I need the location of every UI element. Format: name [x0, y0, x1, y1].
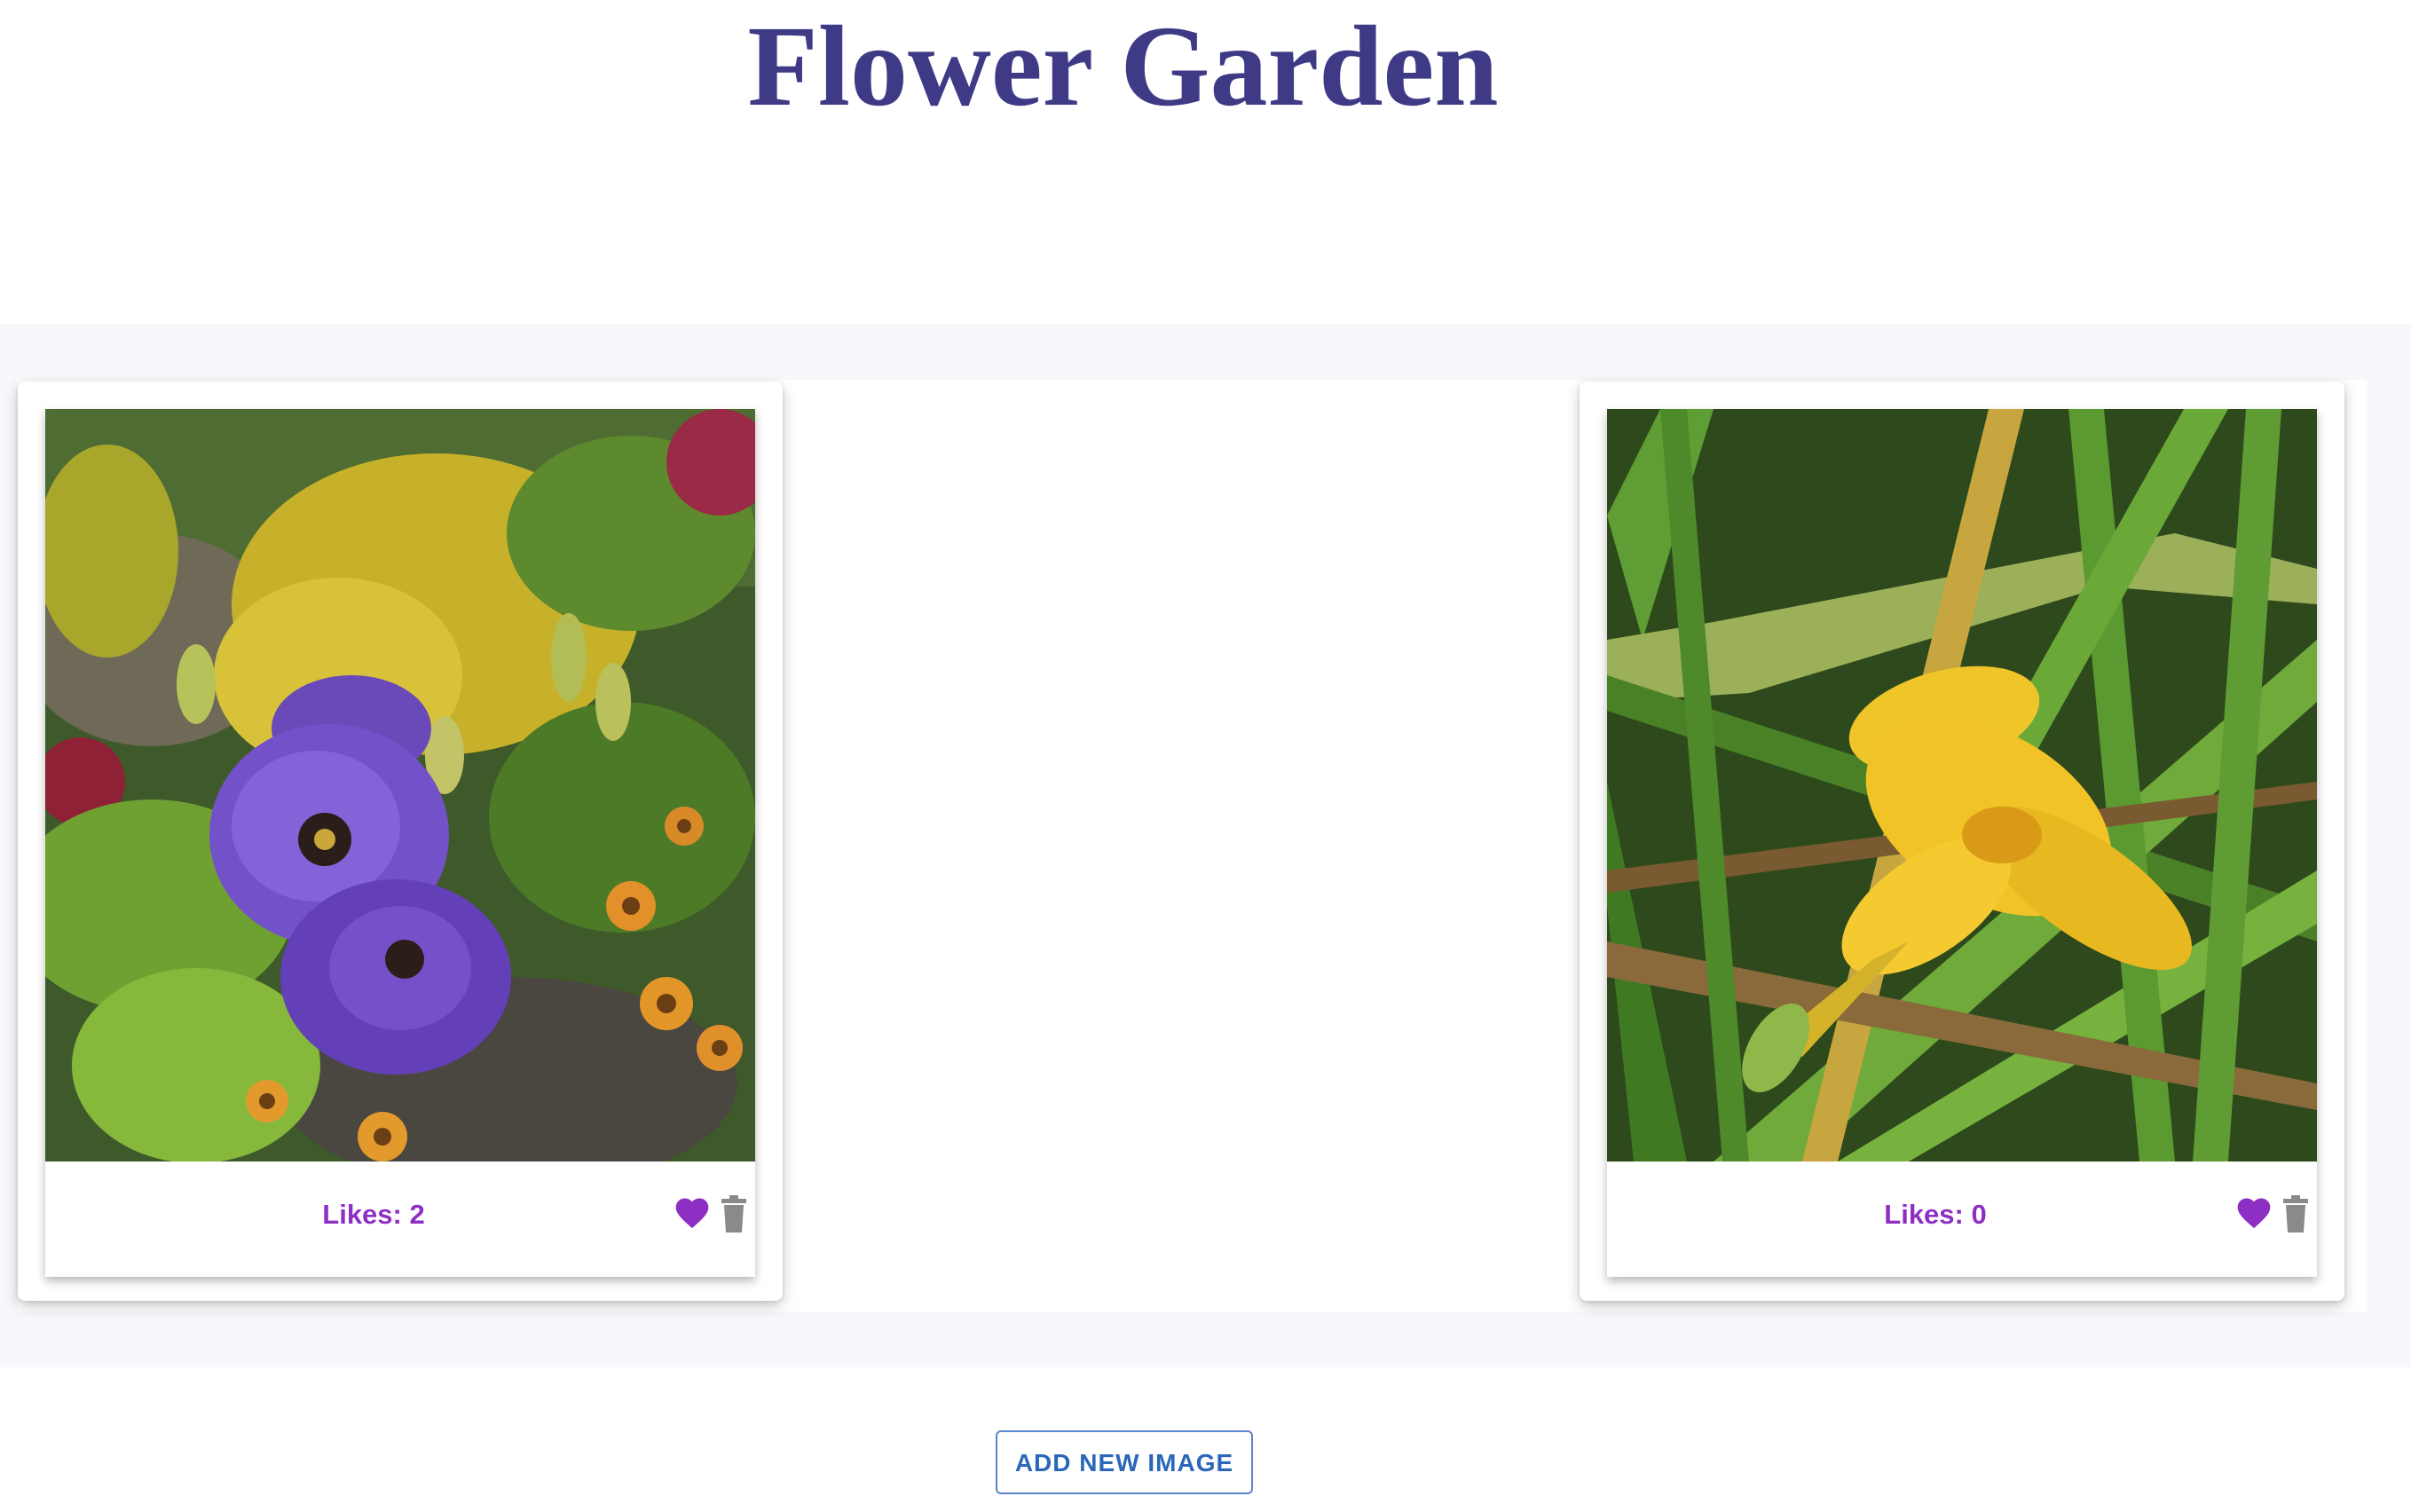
image-card-footer: Likes: 2: [45, 1162, 755, 1277]
purple-flower-photo: [45, 409, 755, 1162]
heart-icon: [675, 1198, 709, 1229]
gallery-edge-left: [0, 380, 18, 1311]
likes-count: Likes: 0: [1884, 1199, 1987, 1230]
likes-count: Likes: 2: [322, 1199, 425, 1230]
trash-icon: [721, 1195, 746, 1232]
image-card: Likes: 2: [18, 382, 783, 1301]
like-button[interactable]: [673, 1193, 712, 1232]
heart-icon: [2237, 1198, 2271, 1229]
add-new-image-button[interactable]: ADD NEW IMAGE: [996, 1430, 1253, 1494]
like-button[interactable]: [2234, 1193, 2273, 1232]
trash-icon: [2283, 1195, 2308, 1232]
image-card-footer: Likes: 0: [1607, 1162, 2317, 1277]
image-card-frame: Likes: 2: [45, 409, 755, 1277]
delete-button[interactable]: [2281, 1195, 2310, 1234]
yellow-lily-photo: [1607, 409, 2317, 1162]
image-card: Likes: 0: [1580, 382, 2344, 1301]
page-title: Flower Garden: [747, 3, 1499, 130]
delete-button[interactable]: [720, 1195, 748, 1234]
gallery-edge-right: [2367, 380, 2411, 1311]
image-card-frame: Likes: 0: [1607, 409, 2317, 1277]
